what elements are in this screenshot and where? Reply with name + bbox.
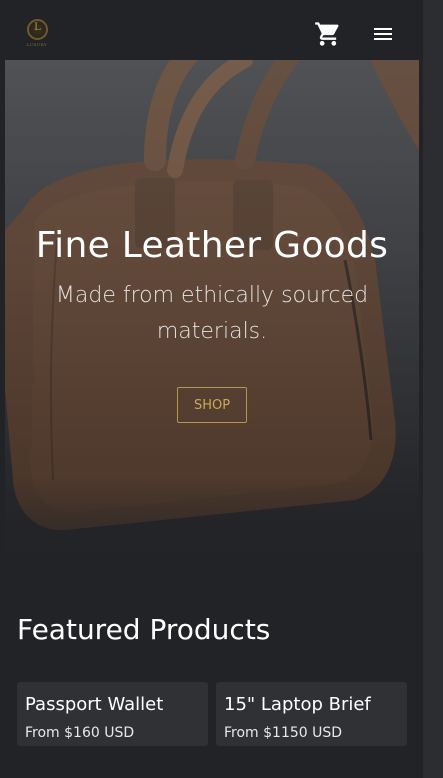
hamburger-menu-icon bbox=[374, 28, 392, 40]
logo-wordmark: LUXURY bbox=[26, 42, 48, 47]
cart-button[interactable] bbox=[313, 20, 343, 48]
scrollbar-track[interactable] bbox=[423, 0, 443, 778]
featured-products-heading: Featured Products bbox=[17, 613, 271, 646]
product-name: 15" Laptop Brief bbox=[224, 694, 371, 715]
shopping-cart-icon bbox=[315, 22, 339, 46]
hero-subtitle: Made from ethically sourced materials. bbox=[55, 283, 369, 344]
product-name: Passport Wallet bbox=[25, 694, 164, 715]
product-price: From $160 USD bbox=[25, 725, 135, 741]
hero-title: Fine Leather Goods bbox=[35, 225, 389, 266]
brand-logo[interactable]: L LUXURY bbox=[24, 18, 50, 48]
logo-emblem: L bbox=[27, 19, 48, 40]
product-card-passport-wallet[interactable]: Passport Wallet From $160 USD bbox=[17, 682, 208, 746]
site-header: L LUXURY bbox=[0, 0, 423, 60]
page: L LUXURY Fine Leather Goods Made from et… bbox=[0, 0, 423, 778]
hero-banner: Fine Leather Goods Made from ethically s… bbox=[5, 60, 419, 580]
product-price: From $1150 USD bbox=[224, 725, 343, 741]
product-card-laptop-brief[interactable]: 15" Laptop Brief From $1150 USD bbox=[216, 682, 407, 746]
menu-button[interactable] bbox=[370, 22, 396, 46]
logo-mark: L bbox=[34, 22, 41, 33]
page-bottom-fold bbox=[0, 746, 423, 778]
shop-button[interactable]: SHOP bbox=[177, 387, 247, 423]
